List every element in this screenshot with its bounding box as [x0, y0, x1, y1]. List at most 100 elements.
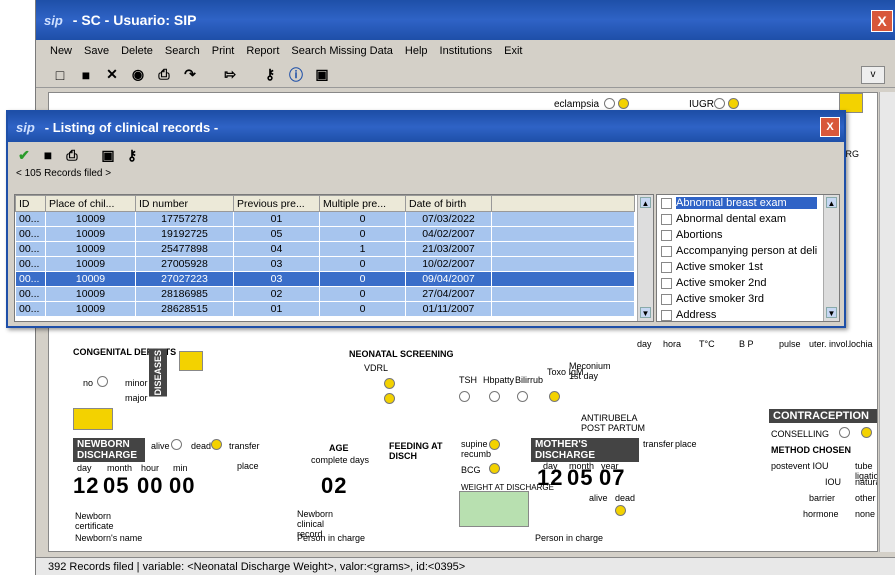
table-cell[interactable]: 0	[319, 286, 406, 302]
newborn-hour-value[interactable]: 00	[137, 473, 163, 499]
table-cell[interactable]: 0	[319, 211, 406, 227]
table-cell[interactable]: 07/03/2022	[405, 211, 492, 227]
table-cell[interactable]: 04/02/2007	[405, 226, 492, 242]
report-icon[interactable]: ↷	[180, 65, 200, 85]
dialog-close-button[interactable]: X	[820, 117, 840, 137]
col-multiple-pregnancy[interactable]: Multiple pre...	[319, 195, 406, 212]
institution-icon[interactable]: ▣	[312, 65, 332, 85]
table-cell[interactable]: 17757278	[135, 211, 234, 227]
table-cell[interactable]: 03	[233, 271, 320, 287]
mother-year-value[interactable]: 07	[599, 465, 625, 491]
table-cell[interactable]: 0	[319, 301, 406, 317]
iugr-yes-radio[interactable]	[728, 98, 739, 109]
list-item[interactable]: Abnormal dental exam	[657, 211, 839, 227]
table-cell[interactable]: 10009	[45, 226, 136, 242]
table-cell[interactable]: 10009	[45, 286, 136, 302]
col-previous-pregnancies[interactable]: Previous pre...	[233, 195, 320, 212]
table-cell[interactable]: 10009	[45, 256, 136, 272]
delete-icon[interactable]: ✕	[102, 65, 122, 85]
list-item[interactable]: Active smoker 1st	[657, 259, 839, 275]
table-cell[interactable]: 00...	[15, 286, 46, 302]
table-cell[interactable]: 00...	[15, 226, 46, 242]
table-cell[interactable]: 27/04/2007	[405, 286, 492, 302]
weight-at-discharge-field[interactable]	[459, 491, 529, 527]
list-item[interactable]: Abnormal breast exam	[657, 195, 839, 211]
table-cell[interactable]: 28628515	[135, 301, 234, 317]
dialog-print-icon[interactable]: ⎙	[62, 145, 82, 165]
key-icon[interactable]: ⚷	[260, 65, 280, 85]
newborn-day-value[interactable]: 12	[73, 473, 99, 499]
table-row[interactable]: 00... 10009 27005928 03 0 10/02/2007	[15, 256, 635, 272]
table-cell[interactable]: 01	[233, 211, 320, 227]
menu-new[interactable]: New	[50, 45, 72, 57]
menu-search[interactable]: Search	[165, 45, 200, 57]
tsh-radio[interactable]	[459, 391, 470, 402]
list-item-checkbox[interactable]	[661, 245, 672, 257]
table-cell[interactable]: 03	[233, 256, 320, 272]
congenital-code-field[interactable]	[73, 408, 113, 430]
list-item[interactable]: Active smoker 3rd	[657, 291, 839, 307]
list-item-checkbox[interactable]	[661, 261, 672, 273]
table-cell[interactable]: 0	[319, 226, 406, 242]
col-date-of-birth[interactable]: Date of birth	[405, 195, 492, 212]
disease-field[interactable]	[179, 351, 203, 371]
menu-institutions[interactable]: Institutions	[440, 45, 493, 57]
congenital-no-radio[interactable]	[97, 376, 108, 387]
vdrl-no-radio[interactable]	[384, 393, 395, 404]
conselling-no-radio[interactable]	[839, 427, 850, 438]
col-id-number[interactable]: ID number	[135, 195, 234, 212]
menu-report[interactable]: Report	[246, 45, 279, 57]
list-item-checkbox[interactable]	[661, 293, 672, 305]
mother-month-value[interactable]: 05	[567, 465, 593, 491]
table-cell[interactable]: 02	[233, 286, 320, 302]
table-cell[interactable]: 04	[233, 241, 320, 257]
table-cell[interactable]: 10009	[45, 211, 136, 227]
col-id[interactable]: ID	[15, 195, 46, 212]
search-binoculars-icon[interactable]: ◉	[128, 65, 148, 85]
new-document-icon[interactable]: □	[50, 65, 70, 85]
table-cell[interactable]: 10009	[45, 271, 136, 287]
eclampsia-yes-radio[interactable]	[618, 98, 629, 109]
list-item-checkbox[interactable]	[661, 213, 672, 225]
vdrl-yes-radio[interactable]	[384, 378, 395, 389]
table-cell[interactable]: 05	[233, 226, 320, 242]
list-item[interactable]: Accompanying person at deli	[657, 243, 839, 259]
exit-icon[interactable]: ⇰	[220, 65, 240, 85]
window-close-button[interactable]: X	[871, 10, 893, 32]
table-cell[interactable]: 28186985	[135, 286, 234, 302]
table-cell[interactable]: 25477898	[135, 241, 234, 257]
table-cell[interactable]: 01/11/2007	[405, 301, 492, 317]
grid-vertical-scrollbar[interactable]: ▲ ▼	[637, 195, 653, 321]
list-vertical-scrollbar[interactable]: ▲ ▼	[823, 195, 839, 321]
list-scroll-up-icon[interactable]: ▲	[826, 197, 837, 208]
table-cell[interactable]: 10009	[45, 301, 136, 317]
table-cell[interactable]: 0	[319, 256, 406, 272]
list-item-checkbox[interactable]	[661, 309, 672, 321]
menu-help[interactable]: Help	[405, 45, 428, 57]
table-cell[interactable]: 21/03/2007	[405, 241, 492, 257]
save-icon[interactable]: ■	[76, 65, 96, 85]
list-item[interactable]: Abortions	[657, 227, 839, 243]
dialog-save-icon[interactable]: ■	[38, 145, 58, 165]
table-row[interactable]: 00... 10009 28628515 01 0 01/11/2007	[15, 301, 635, 317]
table-cell[interactable]: 10009	[45, 241, 136, 257]
table-row[interactable]: 00... 10009 28186985 02 0 27/04/2007	[15, 286, 635, 302]
table-cell[interactable]: 00...	[15, 271, 46, 287]
newborn-age-value[interactable]: 02	[321, 473, 347, 499]
list-item[interactable]: Active smoker 2nd	[657, 275, 839, 291]
table-row[interactable]: 00... 10009 25477898 04 1 21/03/2007	[15, 241, 635, 257]
iugr-no-radio[interactable]	[714, 98, 725, 109]
dialog-exit-icon[interactable]: ▣	[98, 145, 118, 165]
newborn-min-value[interactable]: 00	[169, 473, 195, 499]
list-item-checkbox[interactable]	[661, 229, 672, 241]
newborn-month-value[interactable]: 05	[103, 473, 129, 499]
list-item[interactable]: Address	[657, 307, 839, 323]
dialog-key-icon[interactable]: ⚷	[122, 145, 142, 165]
list-scroll-down-icon[interactable]: ▼	[826, 307, 837, 318]
table-cell[interactable]: 27027223	[135, 271, 234, 287]
info-icon[interactable]: ⓘ	[286, 65, 306, 85]
checkmark-icon[interactable]: ✔	[14, 145, 34, 165]
scroll-up-icon[interactable]: ▲	[640, 197, 651, 208]
conselling-yes-radio[interactable]	[861, 427, 872, 438]
table-cell[interactable]: 10/02/2007	[405, 256, 492, 272]
